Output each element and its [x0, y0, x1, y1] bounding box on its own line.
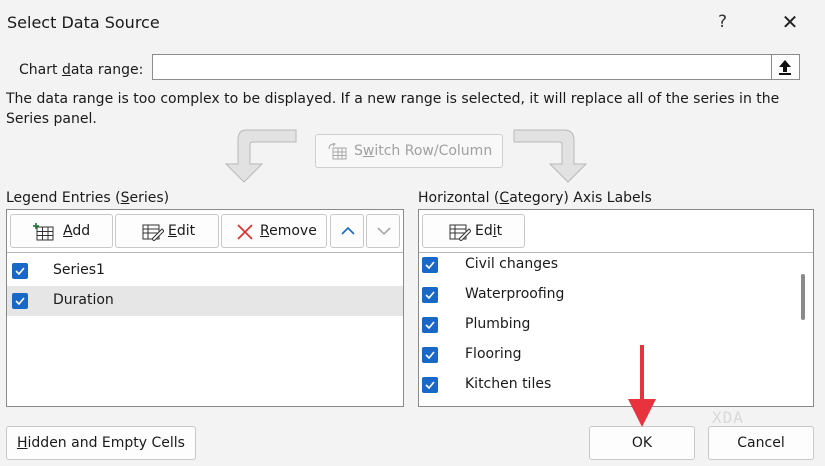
upload-arrow-icon [779, 60, 791, 75]
xda-watermark: XDA [712, 408, 744, 427]
category-row[interactable]: Kitchen tiles [419, 370, 813, 400]
axis-labels-label: Horizontal (Category) Axis Labels [418, 190, 652, 206]
axis-labels-panel: Edit Civil changes Waterproofing Plumbin… [418, 209, 814, 407]
help-button[interactable]: ? [718, 12, 727, 32]
info-message: The data range is too complex to be disp… [6, 91, 780, 127]
legend-entries-panel: Add Edit Remove Series1 Duration [6, 209, 404, 407]
checkmark-icon [425, 261, 435, 270]
chevron-up-icon [341, 226, 355, 235]
checkmark-icon [425, 321, 435, 330]
collapse-range-button[interactable] [772, 54, 800, 80]
category-row[interactable]: Waterproofing [419, 280, 813, 310]
series-label: Series1 [53, 262, 105, 278]
checkmark-icon [425, 351, 435, 360]
chevron-down-icon [377, 227, 391, 236]
edit-series-button[interactable]: Edit [115, 214, 219, 248]
category-checkbox[interactable] [422, 287, 438, 303]
category-label: Civil changes [465, 256, 558, 272]
checkmark-icon [425, 381, 435, 390]
category-row[interactable]: Plumbing [419, 310, 813, 340]
series-row-duration[interactable]: Duration [7, 286, 403, 316]
category-checkbox[interactable] [422, 257, 438, 273]
category-checkbox[interactable] [422, 347, 438, 363]
switch-grid-icon [328, 143, 347, 160]
legend-entries-label: Legend Entries (Series) [6, 190, 170, 206]
switch-row-column-button[interactable]: Switch Row/Column [315, 134, 503, 168]
red-annotation-arrow-icon [628, 345, 656, 427]
move-down-button[interactable] [366, 214, 400, 248]
duration-checkbox[interactable] [12, 293, 28, 309]
series-label: Duration [53, 292, 114, 308]
dialog-title: Select Data Source [7, 13, 160, 32]
add-series-label: Add [63, 223, 91, 239]
checkmark-icon [15, 267, 25, 276]
curved-arrow-left-icon [224, 129, 297, 183]
series1-checkbox[interactable] [12, 263, 28, 279]
add-series-button[interactable]: Add [10, 214, 113, 248]
switch-row-column-label: Switch Row/Column [354, 143, 493, 159]
curved-arrow-right-icon [513, 129, 588, 183]
chart-data-range-input[interactable] [152, 54, 772, 80]
edit-axis-labels-label: Edit [475, 223, 503, 239]
category-row[interactable]: Flooring [419, 340, 813, 370]
remove-series-label: Remove [260, 223, 317, 239]
edit-series-label: Edit [168, 223, 196, 239]
category-label: Waterproofing [465, 286, 565, 302]
edit-table-icon [142, 224, 164, 241]
checkmark-icon [15, 297, 25, 306]
checkmark-icon [425, 291, 435, 300]
category-label: Flooring [465, 346, 522, 362]
move-up-button[interactable] [330, 214, 364, 248]
series-row-series1[interactable]: Series1 [7, 256, 403, 286]
toolbar-divider [7, 252, 403, 253]
edit-table-icon [449, 224, 471, 241]
chart-data-range-label: Chart data range: [19, 62, 144, 78]
category-checkbox[interactable] [422, 317, 438, 333]
category-label: Plumbing [465, 316, 531, 332]
close-button[interactable]: ✕ [777, 9, 803, 35]
cancel-button[interactable]: Cancel [708, 426, 814, 460]
scrollbar-thumb[interactable] [801, 274, 805, 320]
ok-button[interactable]: OK [589, 426, 695, 460]
hidden-empty-cells-button[interactable]: Hidden and Empty Cells [6, 426, 196, 460]
edit-axis-labels-button[interactable]: Edit [422, 214, 525, 248]
category-checkbox[interactable] [422, 377, 438, 393]
remove-x-icon [237, 224, 253, 240]
add-table-icon [33, 223, 54, 241]
remove-series-button[interactable]: Remove [221, 214, 327, 248]
category-label: Kitchen tiles [465, 376, 552, 392]
close-icon: ✕ [781, 10, 799, 34]
category-row[interactable]: Civil changes [419, 250, 813, 280]
